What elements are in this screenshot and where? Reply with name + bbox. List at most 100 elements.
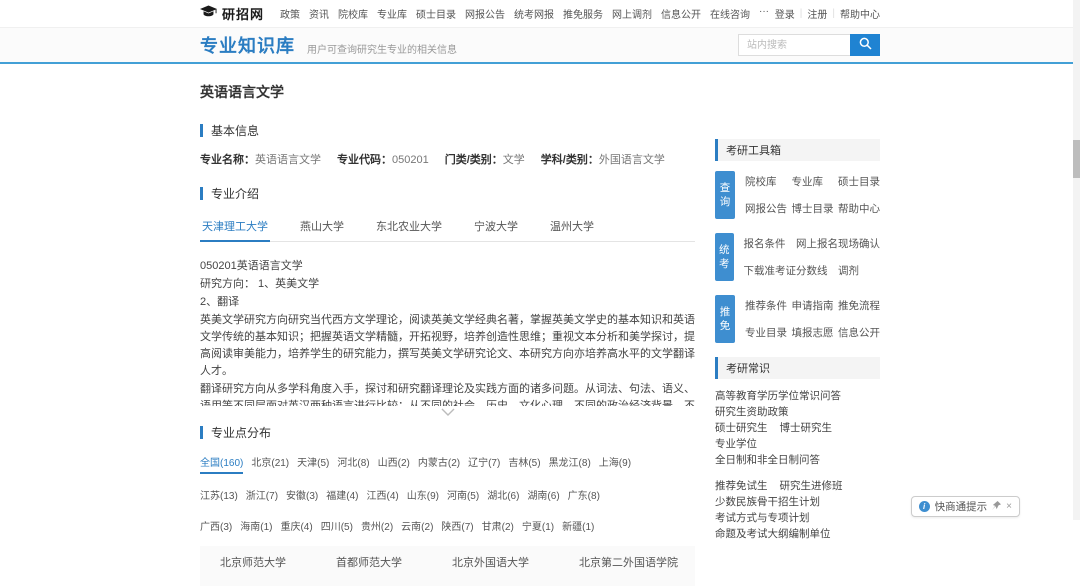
province-tab[interactable]: 福建(4) [326,487,358,505]
chat-tip-label: 快商通提示 [935,499,988,514]
province-tab[interactable]: 全国(160) [200,454,243,474]
register-link[interactable]: 注册 [807,6,827,21]
tool-link[interactable]: 博士目录 [792,201,834,216]
tool-link[interactable]: 填报志愿 [792,325,834,340]
tab-university[interactable]: 燕山大学 [298,212,346,241]
tool-link[interactable]: 调剂 [838,263,880,278]
scrollbar-thumb[interactable] [1073,140,1080,178]
province-tab[interactable]: 北京(21) [251,454,289,474]
tool-link[interactable]: 推免流程 [838,298,880,313]
nav-item[interactable]: 网上调剂 [612,6,652,21]
knowledge-link[interactable]: 研究生进修班 [780,481,843,492]
close-icon[interactable]: × [1006,502,1012,512]
province-tab[interactable]: 江苏(13) [200,487,238,505]
toolbox-group-exempt: 推免 推荐条件 申请指南 推免流程 专业目录 填报志愿 信息公开 [715,295,880,343]
info-pair: 专业代码：050201 [337,151,429,167]
toolbox-header: 考研工具箱 [715,139,880,161]
nav-item[interactable]: 信息公开 [661,6,701,21]
search-input[interactable] [738,34,850,56]
university-link[interactable]: 首都师范大学 [336,554,402,586]
tool-link[interactable]: 网报公告 [745,201,787,216]
province-tab[interactable]: 宁夏(1) [522,518,554,536]
knowledge-link[interactable]: 专业学位 [715,439,757,450]
province-tab[interactable]: 吉林(5) [508,454,540,474]
knowledge-link[interactable]: 硕士研究生 [715,423,768,434]
province-tab[interactable]: 湖南(6) [527,487,559,505]
knowledge-row: 推荐免试生 研究生进修班 [715,481,880,492]
province-tab[interactable]: 天津(5) [297,454,329,474]
province-tab[interactable]: 江西(4) [367,487,399,505]
auth-links: 登录 | 注册 | 帮助中心 [775,6,880,21]
province-tab[interactable]: 云南(2) [401,518,433,536]
province-tab[interactable]: 安徽(3) [286,487,318,505]
tool-link[interactable]: 专业库 [792,174,834,189]
university-link[interactable]: 北京师范大学 [220,554,286,586]
tool-link[interactable]: 现场确认 [838,236,880,251]
nav-item[interactable]: 统考网报 [514,6,554,21]
province-tab[interactable]: 湖北(6) [487,487,519,505]
tool-link[interactable]: 帮助中心 [838,201,880,216]
province-tab[interactable]: 辽宁(7) [468,454,500,474]
knowledge-link[interactable]: 研究生资助政策 [715,407,789,418]
nav-item[interactable]: 政策 [280,6,300,21]
province-tab[interactable]: 山西(2) [378,454,410,474]
tool-link[interactable]: 院校库 [745,174,787,189]
nav-item[interactable]: 在线咨询 [710,6,750,21]
tab-university[interactable]: 天津理工大学 [200,212,270,242]
tool-link[interactable]: 推荐条件 [745,298,787,313]
tool-link[interactable]: 信息公开 [838,325,880,340]
knowledge-link[interactable]: 全日制和非全日制问答 [715,455,820,466]
nav-item[interactable]: 推免服务 [563,6,603,21]
province-tab[interactable]: 上海(9) [599,454,631,474]
expand-toggle[interactable] [200,408,695,420]
province-tab[interactable]: 浙江(7) [246,487,278,505]
tool-link[interactable]: 申请指南 [792,298,834,313]
province-tab[interactable]: 海南(1) [240,518,272,536]
nav-item[interactable]: 院校库 [338,6,368,21]
help-center-link[interactable]: 帮助中心 [840,6,880,21]
tool-link[interactable]: 网上报名 [796,236,838,251]
site-subtitle: 用户可查询研究生专业的相关信息 [307,41,457,56]
province-tab[interactable]: 贵州(2) [361,518,393,536]
nav-item[interactable]: 硕士目录 [416,6,456,21]
pin-icon[interactable] [992,501,1001,513]
nav-more[interactable]: ··· [759,6,769,21]
province-tab[interactable]: 新疆(1) [562,518,594,536]
province-tab[interactable]: 重庆(4) [280,518,312,536]
knowledge-link[interactable]: 推荐免试生 [715,481,768,492]
province-tab[interactable]: 河北(8) [337,454,369,474]
province-tab[interactable]: 黑龙江(8) [549,454,591,474]
university-link[interactable]: 北京第二外国语学院 [579,554,678,586]
login-link[interactable]: 登录 [775,6,795,21]
knowledge-link[interactable]: 高等教育学历学位常识问答 [715,391,841,402]
tab-university[interactable]: 宁波大学 [472,212,520,241]
province-tab[interactable]: 甘肃(2) [482,518,514,536]
province-tab[interactable]: 广东(8) [568,487,600,505]
nav-item[interactable]: 专业库 [377,6,407,21]
province-tab[interactable]: 陕西(7) [441,518,473,536]
knowledge-link[interactable]: 博士研究生 [780,423,833,434]
knowledge-link[interactable]: 考试方式与专项计划 [715,513,810,524]
tool-link[interactable]: 硕士目录 [838,174,880,189]
tool-link[interactable]: 下载准考证 [744,263,797,278]
chat-tip-widget[interactable]: i 快商通提示 × [911,496,1020,517]
tool-link[interactable]: 分数线 [796,263,838,278]
site-logo[interactable]: 研招网 [200,4,264,23]
province-tab[interactable]: 四川(5) [321,518,353,536]
basic-info-row: 专业名称：英语语言文学 专业代码：050201 门类/类别：文学 学科/类别：外… [200,151,695,167]
province-tab[interactable]: 广西(3) [200,518,232,536]
knowledge-link[interactable]: 少数民族骨干招生计划 [715,497,820,508]
nav-item[interactable]: 网报公告 [465,6,505,21]
tool-link[interactable]: 报名条件 [744,236,797,251]
province-tab[interactable]: 内蒙古(2) [418,454,460,474]
university-link[interactable]: 北京外国语大学 [452,554,529,586]
section-accent-bar [715,357,718,379]
knowledge-link[interactable]: 命题及考试大纲编制单位 [715,529,831,540]
search-button[interactable] [850,34,880,56]
province-tab[interactable]: 河南(5) [447,487,479,505]
tab-university[interactable]: 温州大学 [548,212,596,241]
nav-item[interactable]: 资讯 [309,6,329,21]
tool-link[interactable]: 专业目录 [745,325,787,340]
province-tab[interactable]: 山东(9) [407,487,439,505]
tab-university[interactable]: 东北农业大学 [374,212,444,241]
